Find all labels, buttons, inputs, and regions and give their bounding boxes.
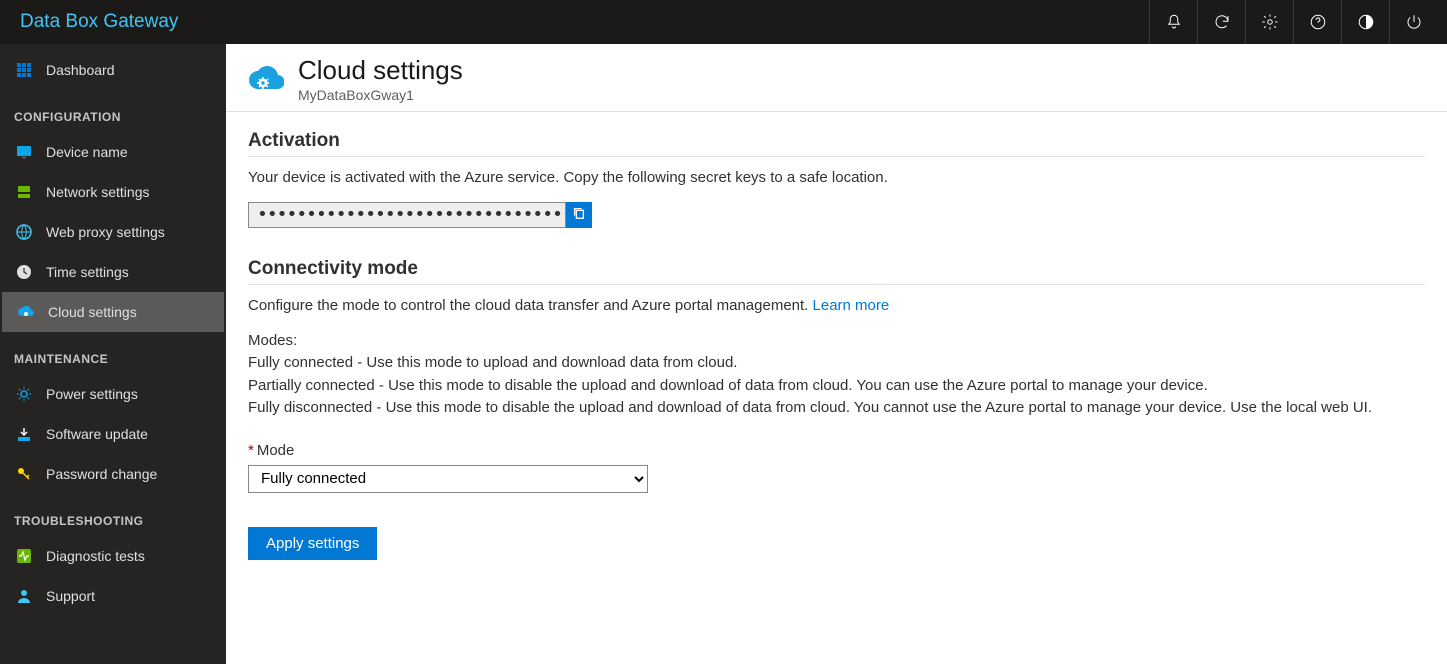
help-icon[interactable]: [1293, 0, 1341, 44]
sidebar-item-label: Network settings: [46, 184, 149, 200]
apply-settings-button[interactable]: Apply settings: [248, 527, 377, 560]
sidebar-item-label: Password change: [46, 466, 157, 482]
top-icon-bar: [1149, 0, 1437, 44]
sidebar-item-web-proxy-settings[interactable]: Web proxy settings: [0, 212, 226, 252]
connectivity-heading: Connectivity mode: [248, 258, 1425, 285]
sidebar-item-software-update[interactable]: Software update: [0, 414, 226, 454]
sidebar: Dashboard CONFIGURATION Device name Netw…: [0, 44, 226, 664]
sidebar-item-label: Device name: [46, 144, 128, 160]
download-icon: [14, 424, 34, 444]
sidebar-heading-configuration: CONFIGURATION: [0, 90, 226, 132]
sidebar-item-label: Software update: [46, 426, 148, 442]
page-subtitle: MyDataBoxGway1: [298, 87, 463, 103]
brand-title[interactable]: Data Box Gateway: [20, 11, 178, 33]
mode-select[interactable]: Fully connectedPartially connectedFully …: [248, 465, 648, 493]
contrast-icon[interactable]: [1341, 0, 1389, 44]
sidebar-heading-troubleshooting: TROUBLESHOOTING: [0, 494, 226, 536]
mode-desc-partially-connected: Partially connected - Use this mode to d…: [248, 375, 1425, 398]
main-content: Cloud settings MyDataBoxGway1 Activation…: [226, 44, 1447, 664]
key-icon: [14, 464, 34, 484]
mode-desc-fully-disconnected: Fully disconnected - Use this mode to di…: [248, 397, 1425, 420]
sidebar-item-device-name[interactable]: Device name: [0, 132, 226, 172]
sidebar-item-label: Time settings: [46, 264, 129, 280]
learn-more-link[interactable]: Learn more: [813, 297, 890, 314]
gear-icon[interactable]: [1245, 0, 1293, 44]
gear-icon: [14, 384, 34, 404]
top-bar: Data Box Gateway: [0, 0, 1447, 44]
page-header: Cloud settings MyDataBoxGway1: [226, 44, 1447, 112]
sidebar-item-label: Dashboard: [46, 62, 115, 78]
power-icon[interactable]: [1389, 0, 1437, 44]
sidebar-item-diagnostic-tests[interactable]: Diagnostic tests: [0, 536, 226, 576]
activation-heading: Activation: [248, 130, 1425, 157]
monitor-icon: [14, 142, 34, 162]
clock-icon: [14, 262, 34, 282]
copy-icon: [572, 206, 586, 224]
grid-icon: [14, 60, 34, 80]
cloud-gear-icon: [246, 59, 284, 97]
mode-label-text: Mode: [257, 442, 295, 459]
refresh-icon[interactable]: [1197, 0, 1245, 44]
network-icon: [14, 182, 34, 202]
pulse-icon: [14, 546, 34, 566]
cloud-gear-icon: [16, 302, 36, 322]
sidebar-item-cloud-settings[interactable]: Cloud settings: [2, 292, 224, 332]
sidebar-item-label: Cloud settings: [48, 304, 137, 320]
secret-key-field[interactable]: ••••••••••••••••••••••••••••••••••••••••…: [248, 202, 566, 228]
page-title: Cloud settings: [298, 56, 463, 85]
connectivity-description: Configure the mode to control the cloud …: [248, 297, 1425, 314]
modes-label: Modes:: [248, 330, 1425, 353]
sidebar-item-power-settings[interactable]: Power settings: [0, 374, 226, 414]
sidebar-item-dashboard[interactable]: Dashboard: [0, 50, 226, 90]
sidebar-item-time-settings[interactable]: Time settings: [0, 252, 226, 292]
sidebar-item-password-change[interactable]: Password change: [0, 454, 226, 494]
connectivity-description-text: Configure the mode to control the cloud …: [248, 297, 813, 314]
sidebar-item-label: Power settings: [46, 386, 138, 402]
sidebar-highlight-box: Cloud settings: [2, 292, 224, 332]
copy-button[interactable]: [566, 202, 592, 228]
globe-icon: [14, 222, 34, 242]
sidebar-item-label: Support: [46, 588, 95, 604]
person-icon: [14, 586, 34, 606]
modes-explainer: Modes: Fully connected - Use this mode t…: [248, 330, 1425, 420]
sidebar-heading-maintenance: MAINTENANCE: [0, 332, 226, 374]
mode-field-label: *Mode: [248, 442, 1425, 459]
bell-icon[interactable]: [1149, 0, 1197, 44]
sidebar-item-support[interactable]: Support: [0, 576, 226, 616]
mode-desc-fully-connected: Fully connected - Use this mode to uploa…: [248, 352, 1425, 375]
sidebar-item-label: Diagnostic tests: [46, 548, 145, 564]
required-indicator: *: [248, 442, 254, 459]
activation-description: Your device is activated with the Azure …: [248, 169, 1425, 186]
sidebar-item-label: Web proxy settings: [46, 224, 165, 240]
sidebar-item-network-settings[interactable]: Network settings: [0, 172, 226, 212]
